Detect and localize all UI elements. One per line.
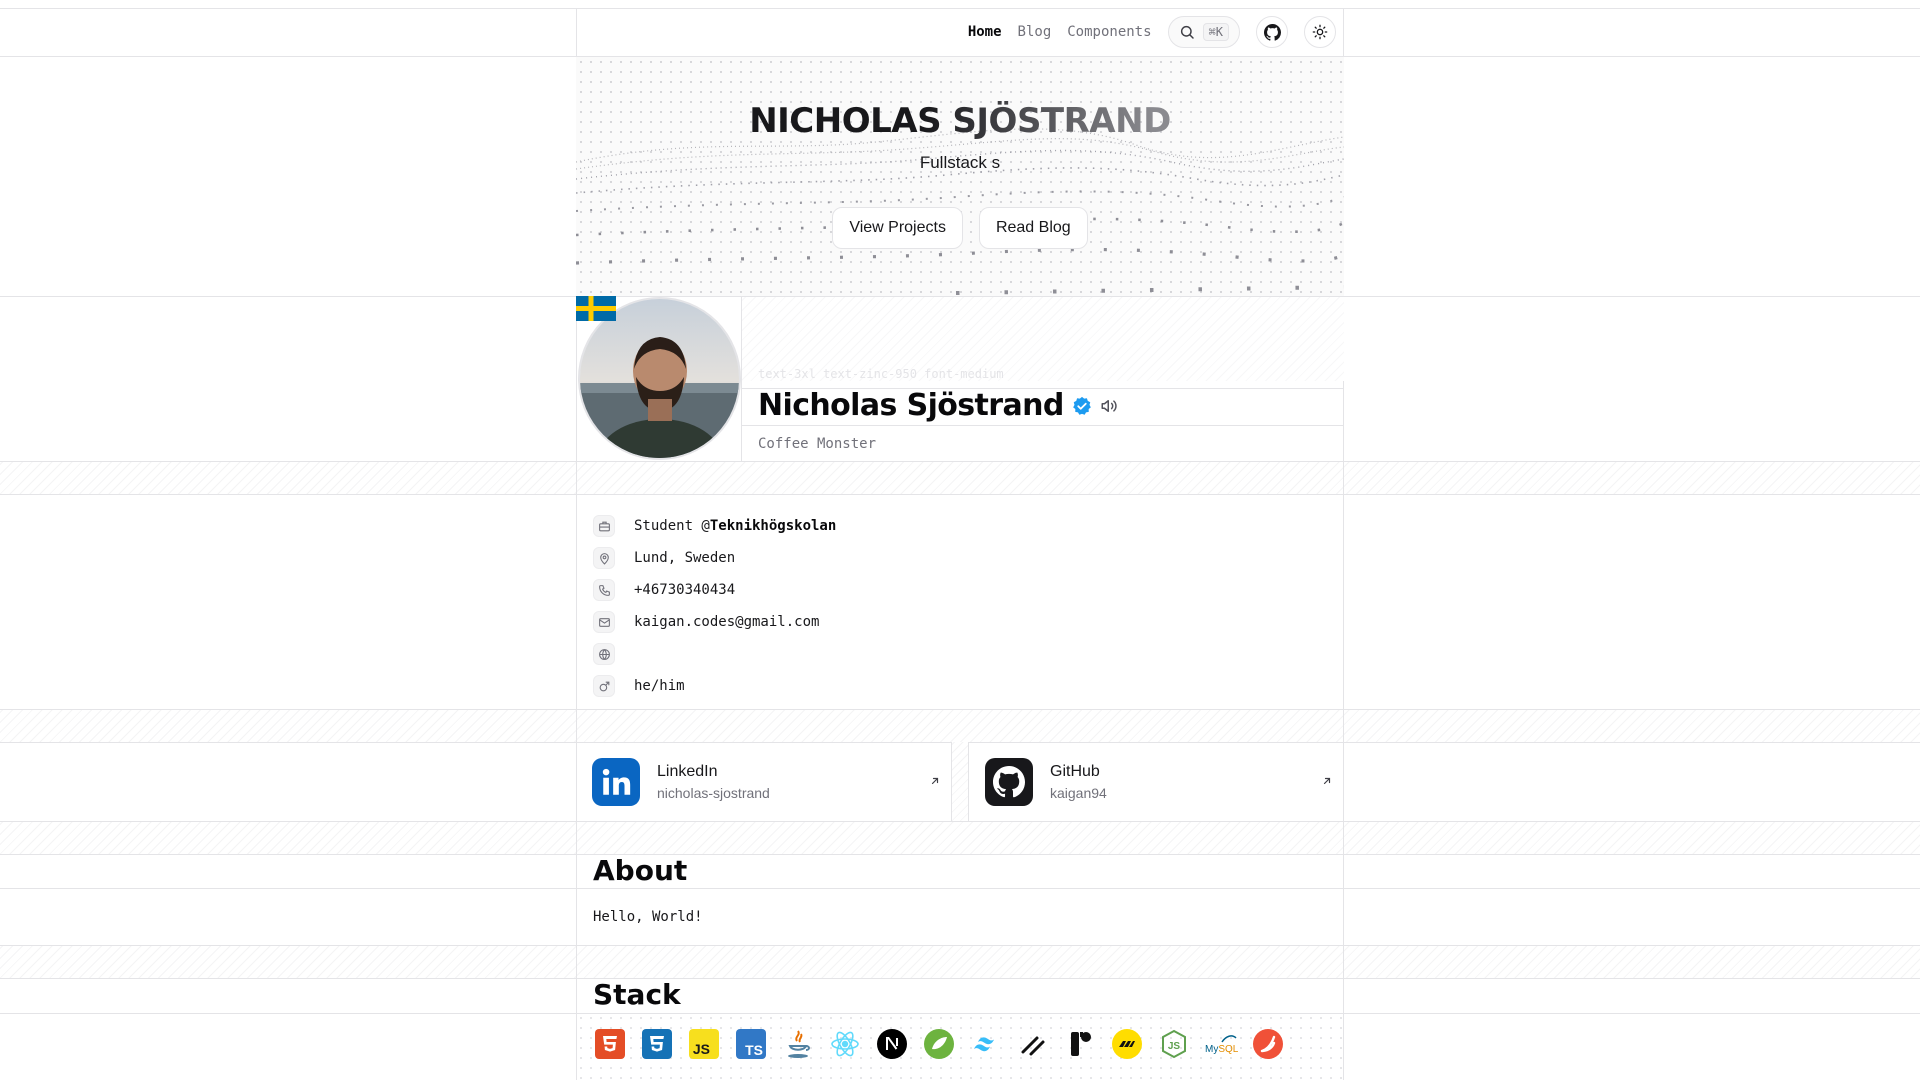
theme-toggle-button[interactable] xyxy=(1304,16,1336,48)
speaker-icon[interactable] xyxy=(1100,397,1118,415)
javascript-icon: JS xyxy=(687,1027,721,1061)
profile-info-list: Student @ Teknikhögskolan Lund, Sweden +4… xyxy=(593,510,1333,702)
search-icon xyxy=(1180,25,1194,39)
svg-text:JS: JS xyxy=(1168,1041,1181,1052)
profile-name: Nicholas Sjöstrand xyxy=(758,388,1118,423)
pronouns-text: he/him xyxy=(634,678,685,694)
linkedin-title: LinkedIn xyxy=(657,763,718,780)
globe-icon xyxy=(598,648,610,660)
sun-icon xyxy=(1312,24,1328,40)
typescript-icon: TS xyxy=(734,1027,768,1061)
info-pronouns: he/him xyxy=(593,670,1333,702)
divider xyxy=(0,461,1920,462)
social-gap xyxy=(951,742,969,821)
search-button[interactable]: ⌘K xyxy=(1167,16,1240,48)
nav-home[interactable]: Home xyxy=(968,24,1002,40)
search-shortcut: ⌘K xyxy=(1202,23,1229,41)
hatched-separator xyxy=(0,821,1920,854)
stack-heading: Stack xyxy=(593,978,681,1011)
divider xyxy=(0,821,1920,822)
linkedin-handle: nicholas-sjostrand xyxy=(657,785,770,801)
read-blog-button[interactable]: Read Blog xyxy=(978,207,1088,249)
male-symbol-icon xyxy=(599,681,609,691)
motion-icon xyxy=(1016,1027,1050,1061)
placeholder-classes: text-3xl text-zinc-950 font-medium xyxy=(758,367,1004,381)
info-website xyxy=(593,638,1333,670)
hatched-separator xyxy=(0,461,1920,494)
hero-subtitle: Fullstack s xyxy=(919,153,1001,172)
react-icon xyxy=(828,1027,862,1061)
tailwind-icon xyxy=(969,1027,1003,1061)
java-icon xyxy=(781,1027,815,1061)
github-button[interactable] xyxy=(1256,16,1288,48)
github-title: GitHub xyxy=(1050,763,1100,780)
linkedin-icon xyxy=(592,758,640,806)
info-location: Lund, Sweden xyxy=(593,542,1333,574)
job-prefix: Student @ xyxy=(634,518,710,534)
divider xyxy=(0,978,1920,979)
about-body: Hello, World! xyxy=(593,909,703,925)
hatched-separator xyxy=(0,945,1920,978)
spring-icon xyxy=(922,1027,956,1061)
postman-icon xyxy=(1110,1027,1144,1061)
nodejs-icon: JS xyxy=(1157,1027,1191,1061)
github-icon xyxy=(1263,23,1281,41)
phone-link[interactable]: +46730340434 xyxy=(634,582,735,598)
divider xyxy=(0,945,1920,946)
divider xyxy=(741,297,742,461)
location-text: Lund, Sweden xyxy=(634,550,736,566)
divider xyxy=(0,494,1920,495)
divider xyxy=(741,425,1344,426)
divider xyxy=(0,709,1920,710)
framer-icon xyxy=(1063,1027,1097,1061)
email-link[interactable]: kaigan.codes@gmail.com xyxy=(634,614,819,630)
hatched-separator xyxy=(0,709,1920,742)
svg-text:JS: JS xyxy=(693,1041,710,1057)
mysql-icon: MySQL xyxy=(1204,1027,1238,1061)
github-icon xyxy=(985,758,1033,806)
particle-wave-graphic xyxy=(576,128,1344,295)
briefcase-icon xyxy=(598,521,610,531)
view-projects-button[interactable]: View Projects xyxy=(832,207,963,249)
external-link-arrow-icon xyxy=(1323,777,1331,785)
profile-tagline: Coffee Monster xyxy=(758,436,877,452)
swift-icon xyxy=(1251,1027,1285,1061)
profile-name-text: Nicholas Sjöstrand xyxy=(758,388,1064,423)
nav-blog[interactable]: Blog xyxy=(1018,24,1052,40)
css3-icon xyxy=(640,1027,674,1061)
nav-components[interactable]: Components xyxy=(1067,24,1151,40)
divider xyxy=(0,888,1920,889)
tech-stack-row: JS TS JS MySQL xyxy=(576,1013,1344,1080)
nextjs-icon xyxy=(875,1027,909,1061)
divider xyxy=(0,854,1920,855)
phone-icon xyxy=(598,584,610,596)
external-link-arrow-icon xyxy=(931,777,939,785)
hero-section: NICHOLAS SJÖSTRAND Fullstack s View Proj… xyxy=(576,57,1344,296)
info-job: Student @ Teknikhögskolan xyxy=(593,510,1333,542)
html5-icon xyxy=(593,1027,627,1061)
svg-text:MySQL: MySQL xyxy=(1205,1044,1238,1055)
about-heading: About xyxy=(593,854,688,887)
sweden-flag-icon xyxy=(576,296,616,321)
mail-icon xyxy=(598,617,610,627)
job-organization-link[interactable]: Teknikhögskolan xyxy=(710,518,836,534)
info-email: kaigan.codes@gmail.com xyxy=(593,606,1333,638)
verified-badge-icon xyxy=(1072,396,1091,415)
map-pin-icon xyxy=(599,552,609,565)
info-phone: +46730340434 xyxy=(593,574,1333,606)
social-card-linkedin[interactable]: LinkedIn nicholas-sjostrand xyxy=(576,743,951,821)
svg-text:TS: TS xyxy=(745,1042,763,1058)
top-nav: Home Blog Components ⌘K xyxy=(576,8,1344,56)
social-card-github[interactable]: GitHub kaigan94 xyxy=(969,743,1343,821)
hero-title: NICHOLAS SJÖSTRAND xyxy=(576,101,1344,141)
github-handle: kaigan94 xyxy=(1050,785,1107,801)
avatar xyxy=(578,297,741,460)
